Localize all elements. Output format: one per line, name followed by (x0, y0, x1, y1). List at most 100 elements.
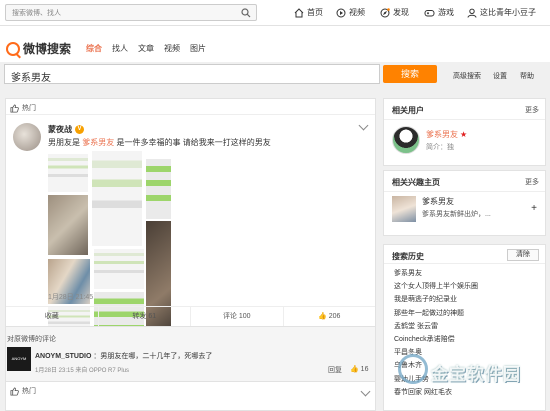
post-text: 男朋友是 爹系男友 是一件多幸福的事 请给我来一打这样的男友 (48, 137, 271, 148)
nav-discover-label: 发现 (393, 8, 409, 17)
post-image[interactable] (94, 249, 144, 289)
like-button[interactable]: 👍 206 (284, 307, 376, 326)
settings-link[interactable]: 设置 (493, 71, 507, 81)
next-hot-header: 热门 (10, 386, 36, 396)
post-text-before: 男朋友是 (48, 138, 80, 147)
related-users-more-link[interactable]: 更多 (525, 105, 539, 115)
search-type-tabs: 综合 找人 文章 视频 图片 (86, 43, 206, 54)
repost-button[interactable]: 转发 61 (99, 307, 191, 326)
search-icon[interactable] (241, 8, 251, 18)
related-users-panel: 相关用户 更多 爹系男友 ★ 简介：独 (383, 98, 546, 166)
post-image[interactable] (146, 159, 171, 219)
nav-home-label: 首页 (307, 8, 323, 17)
comment-text: ：男朋友在哪，二十几年了，死哪去了 (93, 353, 213, 360)
history-item[interactable]: 我是萌逃子的纪录业 (394, 293, 478, 306)
related-user-name: 爹系男友 (426, 130, 458, 139)
post-text-after: 是一件多幸福的事 请给我来一打这样的男友 (116, 138, 271, 147)
topic-description: 爹系男友新鲜出炉，... (422, 211, 491, 218)
user-icon (467, 8, 477, 18)
search-button[interactable]: 搜索 (383, 65, 437, 83)
tab-people[interactable]: 找人 (112, 43, 128, 54)
related-topics-panel: 相关兴趣主页 更多 爹系男友 爹系男友新鲜出炉，... + (383, 170, 546, 236)
star-icon: ★ (460, 130, 468, 139)
search-query: 爹系男友 (11, 73, 51, 84)
advanced-search-link[interactable]: 高级搜索 (453, 71, 481, 81)
comment-like-button[interactable]: 👍 16 (350, 365, 368, 373)
tab-videos[interactable]: 视频 (164, 43, 180, 54)
top-nav-bar: 搜索微博、找人 首页 视频 发现 游戏 这比青年小豆子 (0, 0, 550, 26)
video-icon (336, 8, 346, 17)
author-avatar[interactable] (13, 123, 41, 151)
history-item[interactable]: 孟鹤堂 张云雷 (394, 320, 478, 333)
related-user-avatar[interactable] (392, 126, 420, 154)
game-icon (424, 9, 435, 16)
clear-history-button[interactable]: 清除 (507, 249, 539, 261)
search-history-title: 搜索历史 (392, 252, 424, 261)
comment-body: ANOYM_STUDIO ：男朋友在哪，二十几年了，死哪去了 (35, 351, 212, 361)
like-count: 206 (328, 313, 341, 320)
home-icon (294, 7, 304, 17)
topic-image[interactable] (392, 196, 416, 222)
nav-user[interactable]: 这比青年小豆子 (467, 7, 536, 18)
site-watermark: 金宝软件园 (398, 348, 548, 403)
history-item[interactable]: 这个女人顶得上半个娱乐圈 (394, 280, 478, 293)
tab-comprehensive[interactable]: 综合 (86, 43, 102, 54)
related-user-bio: 简介：独 (426, 144, 454, 151)
history-item[interactable]: Coincheck承诺赔偿 (394, 333, 478, 346)
next-result-card (5, 381, 376, 411)
nav-discover[interactable]: 发现 (380, 7, 409, 18)
top-search-input[interactable]: 搜索微博、找人 (5, 4, 257, 21)
post-author[interactable]: 蒙夜战 V (48, 124, 84, 135)
post-keyword-link[interactable]: 爹系男友 (82, 138, 114, 147)
watermark-logo-icon (398, 354, 428, 384)
commenter-avatar[interactable]: ANOYM (7, 347, 31, 371)
post-time[interactable]: 1月28日 21:45 (48, 292, 93, 302)
post-image[interactable] (92, 151, 142, 246)
next-hot-label: 热门 (22, 388, 36, 395)
follow-plus-button[interactable]: + (531, 203, 537, 214)
favorite-button[interactable]: 收藏 (6, 307, 99, 326)
nav-video[interactable]: 视频 (336, 7, 365, 18)
nav-user-label: 这比青年小豆子 (480, 8, 536, 17)
thumbs-up-icon (10, 103, 19, 113)
nav-home[interactable]: 首页 (294, 7, 323, 18)
help-link[interactable]: 帮助 (520, 71, 534, 81)
related-user-name-row[interactable]: 爹系男友 ★ (426, 129, 467, 140)
discover-icon (380, 7, 390, 17)
weibo-search-logo[interactable]: 微博搜索 (6, 40, 71, 57)
tab-images[interactable]: 图片 (190, 43, 206, 54)
divider (384, 119, 545, 120)
history-item[interactable]: 爹系男友 (394, 267, 478, 280)
main-search-input[interactable]: 爹系男友 (4, 64, 380, 84)
related-topics-title: 相关兴趣主页 (392, 178, 440, 187)
verified-badge-icon: V (75, 125, 84, 134)
nav-video-label: 视频 (349, 8, 365, 17)
search-logo-icon (6, 41, 20, 56)
post-image[interactable] (48, 154, 88, 192)
thumbs-up-icon: 👍 (318, 313, 327, 320)
comment-button[interactable]: 评论 100 (191, 307, 284, 326)
top-search-placeholder: 搜索微博、找人 (12, 10, 61, 17)
comment-meta: 1月28日 23:15 来自 OPPO R7 Plus (35, 368, 130, 374)
brand-row: 微博搜索 综合 找人 文章 视频 图片 (0, 26, 550, 62)
history-item[interactable]: 那些年一起做过的神题 (394, 307, 478, 320)
comment-like-count: 16 (360, 366, 369, 373)
reply-button[interactable]: 回复 (328, 365, 342, 375)
commenter-name[interactable]: ANOYM_STUDIO (35, 353, 91, 360)
topic-name[interactable]: 爹系男友 (422, 196, 454, 207)
author-name: 蒙夜战 (48, 125, 72, 134)
nav-game-label: 游戏 (438, 8, 454, 17)
nav-game[interactable]: 游戏 (424, 7, 454, 18)
thumbs-up-icon (10, 386, 19, 396)
post-image[interactable] (48, 195, 88, 255)
divider (384, 263, 545, 264)
divider (384, 191, 545, 192)
divider (6, 114, 375, 115)
related-users-title: 相关用户 (392, 106, 424, 115)
chevron-down-icon[interactable] (358, 120, 369, 131)
tab-articles[interactable]: 文章 (138, 43, 154, 54)
related-topics-more-link[interactable]: 更多 (525, 177, 539, 187)
thumbs-up-icon: 👍 (350, 366, 359, 373)
logo-text: 微博搜索 (23, 42, 72, 56)
watermark-text: 金宝软件园 (431, 365, 521, 384)
